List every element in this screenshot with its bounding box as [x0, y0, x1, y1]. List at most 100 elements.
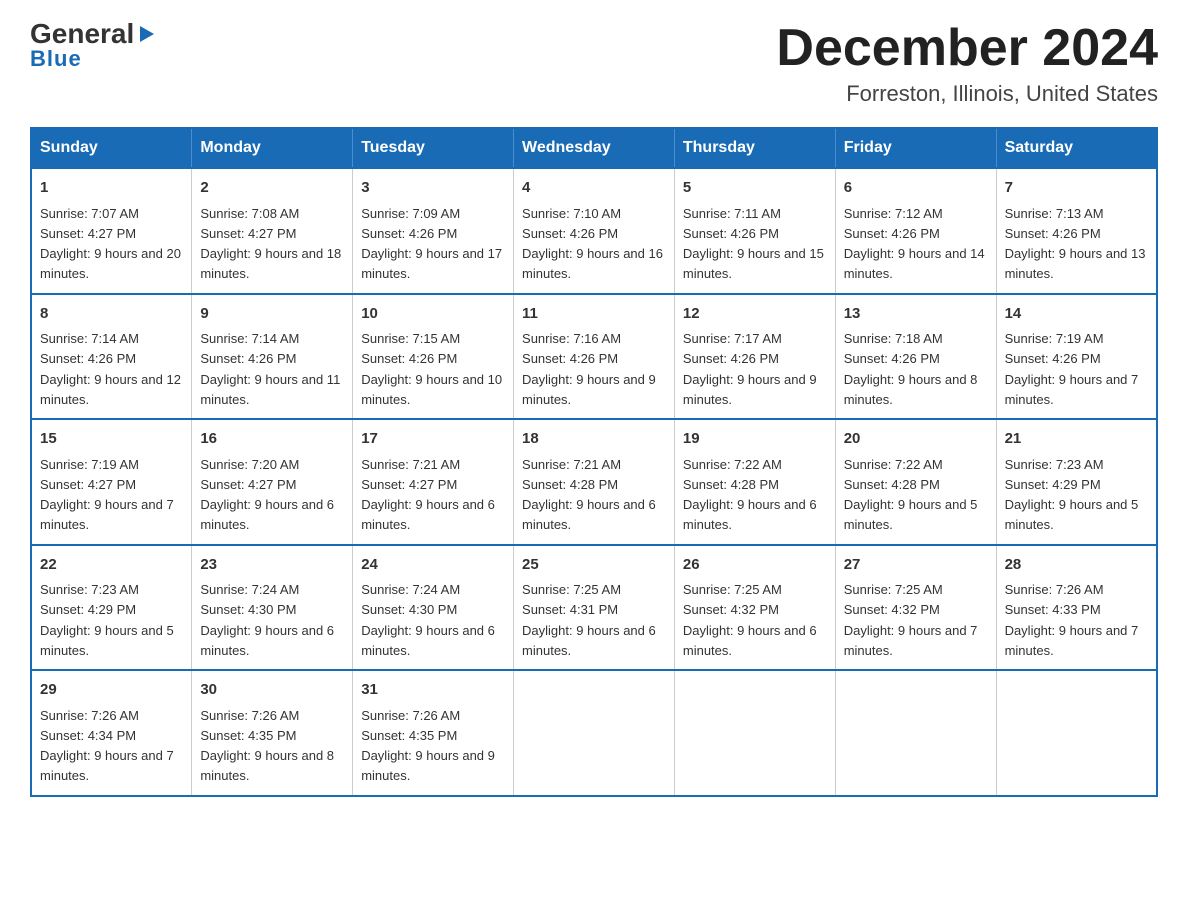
- calendar-cell: 19 Sunrise: 7:22 AMSunset: 4:28 PMDayligh…: [674, 419, 835, 545]
- calendar-week-row: 1 Sunrise: 7:07 AMSunset: 4:27 PMDaylight…: [31, 168, 1157, 294]
- day-number: 30: [200, 679, 344, 702]
- day-number: 24: [361, 554, 505, 577]
- calendar-week-row: 15Sunrise: 7:19 AMSunset: 4:27 PMDayligh…: [31, 419, 1157, 545]
- calendar-cell: 11 Sunrise: 7:16 AMSunset: 4:26 PMDayligh…: [514, 294, 675, 420]
- day-info: Sunrise: 7:25 AMSunset: 4:31 PMDaylight:…: [522, 582, 656, 658]
- day-number: 17: [361, 428, 505, 451]
- day-number: 8: [40, 303, 183, 326]
- day-info: Sunrise: 7:21 AMSunset: 4:28 PMDaylight:…: [522, 457, 656, 533]
- calendar-week-row: 29 Sunrise: 7:26 AMSunset: 4:34 PMDayligh…: [31, 670, 1157, 796]
- day-number: 16: [200, 428, 344, 451]
- logo: General Blue: [30, 20, 158, 72]
- day-info: Sunrise: 7:24 AMSunset: 4:30 PMDaylight:…: [200, 582, 334, 658]
- day-number: 19: [683, 428, 827, 451]
- calendar-week-row: 8 Sunrise: 7:14 AMSunset: 4:26 PMDaylight…: [31, 294, 1157, 420]
- day-info: Sunrise: 7:22 AMSunset: 4:28 PMDaylight:…: [844, 457, 978, 533]
- day-info: Sunrise: 7:26 AMSunset: 4:33 PMDaylight:…: [1005, 582, 1139, 658]
- day-number: 11: [522, 303, 666, 326]
- day-number: 3: [361, 177, 505, 200]
- calendar-cell: 4 Sunrise: 7:10 AMSunset: 4:26 PMDaylight…: [514, 168, 675, 294]
- day-info: Sunrise: 7:26 AMSunset: 4:35 PMDaylight:…: [200, 708, 334, 784]
- day-number: 13: [844, 303, 988, 326]
- header-wednesday: Wednesday: [514, 128, 675, 168]
- calendar-cell: 5Sunrise: 7:11 AMSunset: 4:26 PMDaylight…: [674, 168, 835, 294]
- day-number: 23: [200, 554, 344, 577]
- calendar-cell: 8Sunrise: 7:14 AMSunset: 4:26 PMDaylight…: [31, 294, 192, 420]
- day-number: 29: [40, 679, 183, 702]
- day-number: 15: [40, 428, 183, 451]
- calendar-cell: [996, 670, 1157, 796]
- header-tuesday: Tuesday: [353, 128, 514, 168]
- day-info: Sunrise: 7:22 AMSunset: 4:28 PMDaylight:…: [683, 457, 817, 533]
- day-info: Sunrise: 7:18 AMSunset: 4:26 PMDaylight:…: [844, 331, 978, 407]
- day-info: Sunrise: 7:26 AMSunset: 4:34 PMDaylight:…: [40, 708, 174, 784]
- header-monday: Monday: [192, 128, 353, 168]
- calendar-cell: 7 Sunrise: 7:13 AMSunset: 4:26 PMDaylight…: [996, 168, 1157, 294]
- day-number: 1: [40, 177, 183, 200]
- day-info: Sunrise: 7:07 AMSunset: 4:27 PMDaylight:…: [40, 206, 181, 282]
- day-info: Sunrise: 7:19 AMSunset: 4:26 PMDaylight:…: [1005, 331, 1139, 407]
- calendar-cell: 6 Sunrise: 7:12 AMSunset: 4:26 PMDaylight…: [835, 168, 996, 294]
- page-header: General Blue December 2024 Forreston, Il…: [30, 20, 1158, 107]
- calendar-week-row: 22Sunrise: 7:23 AMSunset: 4:29 PMDayligh…: [31, 545, 1157, 671]
- header-friday: Friday: [835, 128, 996, 168]
- day-number: 18: [522, 428, 666, 451]
- day-info: Sunrise: 7:10 AMSunset: 4:26 PMDaylight:…: [522, 206, 663, 282]
- day-number: 2: [200, 177, 344, 200]
- day-info: Sunrise: 7:17 AMSunset: 4:26 PMDaylight:…: [683, 331, 817, 407]
- calendar-header-row: SundayMondayTuesdayWednesdayThursdayFrid…: [31, 128, 1157, 168]
- calendar-cell: 15Sunrise: 7:19 AMSunset: 4:27 PMDayligh…: [31, 419, 192, 545]
- day-number: 22: [40, 554, 183, 577]
- day-number: 28: [1005, 554, 1148, 577]
- calendar-cell: 26 Sunrise: 7:25 AMSunset: 4:32 PMDayligh…: [674, 545, 835, 671]
- calendar-cell: 25 Sunrise: 7:25 AMSunset: 4:31 PMDayligh…: [514, 545, 675, 671]
- calendar-cell: 17 Sunrise: 7:21 AMSunset: 4:27 PMDayligh…: [353, 419, 514, 545]
- day-number: 20: [844, 428, 988, 451]
- title-block: December 2024 Forreston, Illinois, Unite…: [776, 20, 1158, 107]
- day-info: Sunrise: 7:08 AMSunset: 4:27 PMDaylight:…: [200, 206, 341, 282]
- day-number: 25: [522, 554, 666, 577]
- day-number: 26: [683, 554, 827, 577]
- calendar-cell: 22Sunrise: 7:23 AMSunset: 4:29 PMDayligh…: [31, 545, 192, 671]
- logo-general: General: [30, 20, 134, 48]
- header-saturday: Saturday: [996, 128, 1157, 168]
- header-thursday: Thursday: [674, 128, 835, 168]
- day-info: Sunrise: 7:16 AMSunset: 4:26 PMDaylight:…: [522, 331, 656, 407]
- day-number: 5: [683, 177, 827, 200]
- day-number: 31: [361, 679, 505, 702]
- calendar-cell: 21Sunrise: 7:23 AMSunset: 4:29 PMDayligh…: [996, 419, 1157, 545]
- day-number: 14: [1005, 303, 1148, 326]
- day-info: Sunrise: 7:26 AMSunset: 4:35 PMDaylight:…: [361, 708, 495, 784]
- calendar-cell: 23 Sunrise: 7:24 AMSunset: 4:30 PMDayligh…: [192, 545, 353, 671]
- calendar-cell: 28 Sunrise: 7:26 AMSunset: 4:33 PMDayligh…: [996, 545, 1157, 671]
- day-number: 6: [844, 177, 988, 200]
- day-info: Sunrise: 7:09 AMSunset: 4:26 PMDaylight:…: [361, 206, 502, 282]
- day-info: Sunrise: 7:21 AMSunset: 4:27 PMDaylight:…: [361, 457, 495, 533]
- calendar-cell: 14 Sunrise: 7:19 AMSunset: 4:26 PMDayligh…: [996, 294, 1157, 420]
- calendar-table: SundayMondayTuesdayWednesdayThursdayFrid…: [30, 127, 1158, 797]
- calendar-cell: 16 Sunrise: 7:20 AMSunset: 4:27 PMDayligh…: [192, 419, 353, 545]
- day-number: 10: [361, 303, 505, 326]
- calendar-cell: 12 Sunrise: 7:17 AMSunset: 4:26 PMDayligh…: [674, 294, 835, 420]
- day-info: Sunrise: 7:13 AMSunset: 4:26 PMDaylight:…: [1005, 206, 1146, 282]
- calendar-cell: 24Sunrise: 7:24 AMSunset: 4:30 PMDayligh…: [353, 545, 514, 671]
- calendar-cell: 3 Sunrise: 7:09 AMSunset: 4:26 PMDaylight…: [353, 168, 514, 294]
- subtitle: Forreston, Illinois, United States: [776, 81, 1158, 107]
- day-info: Sunrise: 7:20 AMSunset: 4:27 PMDaylight:…: [200, 457, 334, 533]
- day-number: 7: [1005, 177, 1148, 200]
- main-title: December 2024: [776, 20, 1158, 77]
- day-info: Sunrise: 7:14 AMSunset: 4:26 PMDaylight:…: [200, 331, 340, 407]
- calendar-cell: [674, 670, 835, 796]
- calendar-cell: 9Sunrise: 7:14 AMSunset: 4:26 PMDaylight…: [192, 294, 353, 420]
- calendar-cell: 13 Sunrise: 7:18 AMSunset: 4:26 PMDayligh…: [835, 294, 996, 420]
- day-info: Sunrise: 7:23 AMSunset: 4:29 PMDaylight:…: [1005, 457, 1139, 533]
- day-info: Sunrise: 7:25 AMSunset: 4:32 PMDaylight:…: [683, 582, 817, 658]
- day-number: 12: [683, 303, 827, 326]
- calendar-cell: [835, 670, 996, 796]
- calendar-cell: [514, 670, 675, 796]
- day-info: Sunrise: 7:12 AMSunset: 4:26 PMDaylight:…: [844, 206, 985, 282]
- day-number: 4: [522, 177, 666, 200]
- day-info: Sunrise: 7:15 AMSunset: 4:26 PMDaylight:…: [361, 331, 502, 407]
- calendar-cell: 27Sunrise: 7:25 AMSunset: 4:32 PMDayligh…: [835, 545, 996, 671]
- calendar-cell: 10 Sunrise: 7:15 AMSunset: 4:26 PMDayligh…: [353, 294, 514, 420]
